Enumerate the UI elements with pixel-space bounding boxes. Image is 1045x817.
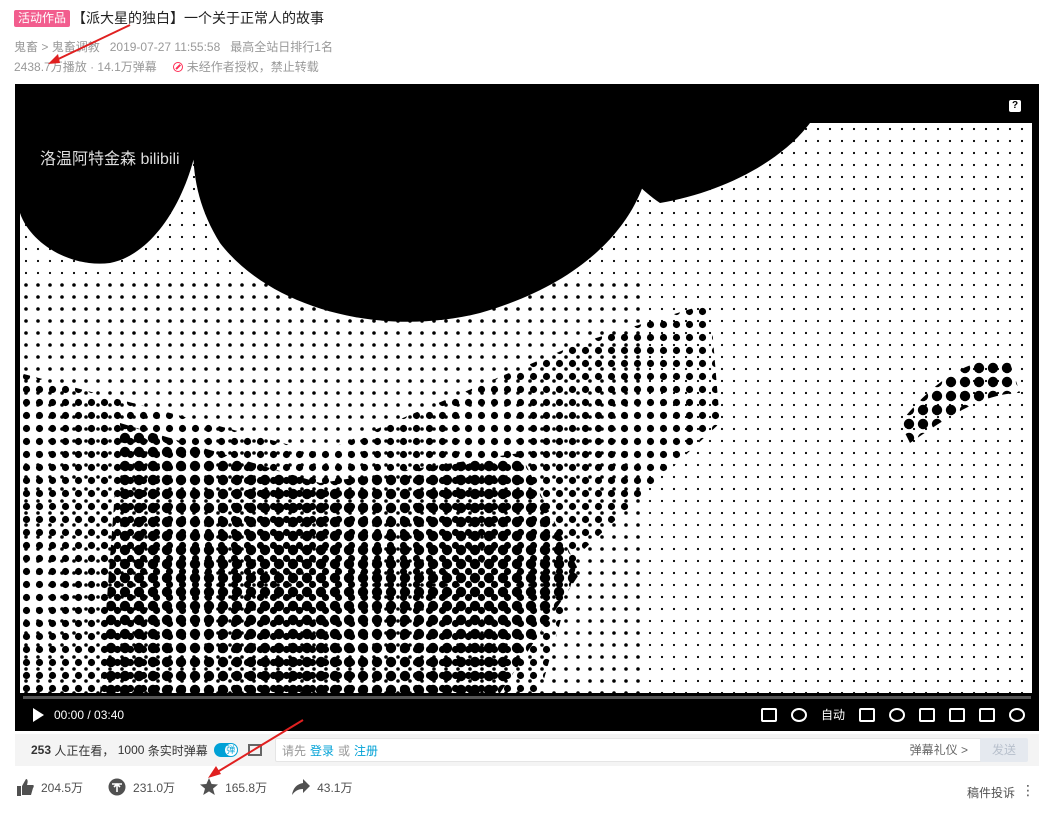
danmaku-etiquette-link[interactable]: 弹幕礼仪 >: [910, 739, 968, 761]
share-count: 43.1万: [317, 780, 353, 795]
tv-icon[interactable]: [760, 707, 777, 722]
widescreen-icon[interactable]: [949, 707, 965, 722]
action-bar: 204.5万 231.0万 165.8万 43.1万: [15, 778, 376, 796]
danmaku-off-icon[interactable]: [859, 707, 875, 722]
realtime-label: 条实时弹幕: [147, 743, 208, 758]
annotation-arrowhead-bottom: [208, 766, 221, 778]
login-link[interactable]: 登录: [310, 742, 334, 759]
fullscreen-icon[interactable]: [1009, 707, 1025, 722]
publish-time: 2019-07-27 11:55:58: [109, 39, 221, 54]
coin-count: 231.0万: [133, 780, 176, 795]
breadcrumb-category[interactable]: 鬼畜: [14, 40, 38, 54]
quality-selector[interactable]: 自动: [821, 706, 845, 723]
volume-icon[interactable]: [790, 707, 807, 722]
register-link[interactable]: 注册: [354, 742, 378, 759]
favorite-button[interactable]: 165.8万: [199, 778, 267, 796]
share-button[interactable]: 43.1万: [291, 778, 352, 796]
report-link[interactable]: 稿件投诉: [967, 784, 1015, 801]
favorite-count: 165.8万: [225, 780, 268, 795]
danmaku-bar: 253 人正在看， 1000 条实时弹幕 请先 登录 或 注册 弹幕礼仪 > 发…: [15, 734, 1039, 766]
help-icon[interactable]: ?: [1009, 100, 1021, 112]
danmaku-toggle[interactable]: [213, 743, 238, 757]
forbidden-icon: [172, 61, 183, 72]
or-text: 或: [338, 743, 351, 758]
play-icon[interactable]: [33, 708, 44, 722]
rank-link[interactable]: 最高全站日排行1名: [230, 38, 333, 55]
copyright-warning: 未经作者授权，禁止转载: [172, 58, 319, 75]
danmaku-input[interactable]: 请先 登录 或 注册 弹幕礼仪 >: [275, 738, 987, 762]
breadcrumb-subcategory[interactable]: 鬼畜调教: [52, 40, 100, 54]
danmaku-count: · 14.1万弹幕: [90, 60, 157, 74]
progress-bar[interactable]: [23, 696, 1031, 699]
video-frame[interactable]: 洛温阿特金森 bilibili: [20, 123, 1032, 693]
danmaku-settings-icon[interactable]: [247, 744, 262, 756]
video-meta: 鬼畜 > 鬼畜调教 2019-07-27 11:55:58 最高全站日排行1名: [14, 38, 333, 55]
watching-count: 253: [31, 743, 52, 757]
title-row: 活动作品 【派大星的独白】一个关于正常人的故事: [14, 8, 324, 28]
watching-label: 人正在看，: [54, 743, 115, 758]
send-button[interactable]: 发送: [980, 738, 1028, 762]
share-arrow-icon: [291, 778, 311, 796]
thumbs-up-icon: [15, 778, 35, 796]
time-display: 00:00 / 03:40: [54, 708, 125, 722]
activity-badge[interactable]: 活动作品: [14, 9, 71, 27]
viewer-info: 253 人正在看， 1000 条实时弹幕: [31, 742, 262, 759]
coin-icon: [107, 778, 127, 796]
video-player[interactable]: ? 洛温阿特金森 bilibili 00:00 / 03:40 自动: [15, 84, 1039, 731]
gear-icon[interactable]: [889, 707, 905, 722]
video-title: 【派大星的独白】一个关于正常人的故事: [72, 10, 325, 26]
halftone-video-image: [20, 123, 1032, 693]
control-icons: 自动: [760, 706, 1025, 723]
breadcrumb: 鬼畜 > 鬼畜调教: [14, 40, 100, 54]
web-fullscreen-icon[interactable]: [979, 707, 995, 722]
realtime-count: 1000: [117, 743, 145, 757]
player-controls: 00:00 / 03:40 自动: [15, 702, 1039, 728]
coin-button[interactable]: 231.0万: [107, 778, 175, 796]
play-count: 2438.7万播放: [14, 60, 87, 74]
like-button[interactable]: 204.5万: [15, 778, 83, 796]
video-stats: 2438.7万播放 · 14.1万弹幕 未经作者授权，禁止转载: [14, 58, 319, 75]
star-icon: [199, 778, 219, 796]
like-count: 204.5万: [41, 780, 84, 795]
video-watermark: 洛温阿特金森 bilibili: [40, 151, 180, 168]
login-prompt: 请先: [282, 743, 307, 758]
loop-icon[interactable]: [919, 707, 935, 722]
copyright-text: 未经作者授权，禁止转载: [186, 60, 319, 74]
more-menu-icon[interactable]: ⋮: [1021, 782, 1035, 799]
